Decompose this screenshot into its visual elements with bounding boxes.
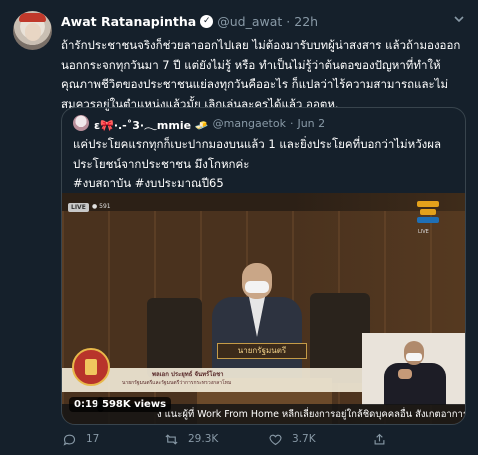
reply-icon xyxy=(63,434,76,446)
video-viewer-count-value: 591 xyxy=(99,203,111,210)
more-options-chevron-icon[interactable] xyxy=(453,13,465,28)
video-lower-third-title: นายกรัฐมนตรีและรัฐมนตรีว่าการกระทรวงกลาโ… xyxy=(122,380,232,386)
retweet-count: 29.3K xyxy=(188,433,219,445)
tweet-text-line: นอกกระจกทุกวันมา 7 ปี แต่ยังไม่รู้ หรือ … xyxy=(61,57,441,72)
quoted-tweet-header: ε🎀·.-˚3·𓂃mmie 🧈 @mangaetok · Jun 2 xyxy=(73,114,325,133)
video-news-ticker-text: ง แนะผู้ที่ Work From Home หลีกเลี่ยงการ… xyxy=(157,409,466,420)
share-icon xyxy=(374,433,385,444)
quoted-tweet-text: แค่ประโยคแรกทุกก็เบะปากมองบนแล้ว 1 และยิ… xyxy=(73,135,458,194)
video-live-badge: LIVE xyxy=(68,203,89,212)
quoted-text-line: ประโยชน์จากประชาชน มึงโกหกค่ะ xyxy=(73,156,250,171)
like-count: 3.7K xyxy=(292,433,316,445)
tweet-text-line: คุณภาพชีวิตของประชาชนแย่ลงทุกวันคืออะไร … xyxy=(61,77,449,91)
parliament-emblem-icon xyxy=(72,348,110,386)
video-player[interactable]: LIVE ● 591 LIVE นายกรัฐมนตรี พลเอก ประยุ… xyxy=(62,193,466,424)
tweet-time[interactable]: 22h xyxy=(294,14,318,29)
reply-count: 17 xyxy=(86,433,100,445)
like-button[interactable]: 3.7K xyxy=(268,430,316,448)
separator-dot: · xyxy=(289,116,294,130)
quoted-text-line[interactable]: #งบสถาบัน #งบประมาณปี65 xyxy=(73,174,458,194)
video-views: 598K views xyxy=(97,397,172,412)
author-avatar[interactable] xyxy=(13,11,52,50)
quoted-author-avatar[interactable] xyxy=(73,115,89,131)
tweet-header: Awat Ratanapintha ✓ @ud_awat · 22h xyxy=(61,12,318,30)
quoted-tweet-time[interactable]: Jun 2 xyxy=(297,117,325,130)
sign-language-interpreter xyxy=(384,341,446,405)
tweet-actions: 17 29.3K 3.7K xyxy=(61,428,466,450)
video-viewer-count: ● 591 xyxy=(92,203,111,210)
avatar-face xyxy=(25,23,41,41)
verified-icon: ✓ xyxy=(200,14,214,28)
heart-icon xyxy=(269,434,282,445)
separator-dot: · xyxy=(286,13,291,29)
tweet-text-line: ถ้ารักประชาชนจริงก็ช่วยลาออกไปเลย ไม่ต้อ… xyxy=(61,38,461,52)
author-handle[interactable]: @ud_awat xyxy=(217,14,282,29)
quoted-text-line: แค่ประโยคแรกทุกก็เบะปากมองบนแล้ว 1 และยิ… xyxy=(73,137,442,151)
quoted-tweet[interactable]: ε🎀·.-˚3·𓂃mmie 🧈 @mangaetok · Jun 2 แค่ปร… xyxy=(61,107,466,425)
retweet-button[interactable]: 29.3K xyxy=(164,430,218,448)
tweet[interactable]: Awat Ratanapintha ✓ @ud_awat · 22h ถ้ารั… xyxy=(0,0,478,455)
author-name[interactable]: Awat Ratanapintha xyxy=(61,14,196,29)
channel-logo-icon xyxy=(417,201,439,227)
tweet-text: ถ้ารักประชาชนจริงก็ช่วยลาออกไปเลย ไม่ต้อ… xyxy=(61,36,466,114)
quoted-author-name[interactable]: ε🎀·.-˚3·𓂃mmie 🧈 xyxy=(94,114,209,133)
video-speaker xyxy=(212,263,302,383)
reply-button[interactable]: 17 xyxy=(62,430,99,448)
video-nameplate: นายกรัฐมนตรี xyxy=(217,343,307,359)
quoted-author-handle[interactable]: @mangaetok xyxy=(213,117,286,130)
retweet-icon xyxy=(165,433,178,445)
channel-logo-text: LIVE xyxy=(418,229,429,235)
video-chair-left xyxy=(147,298,202,378)
video-lower-third-name: พลเอก ประยุทธ์ จันทร์โอชา xyxy=(152,371,224,378)
avatar-hat xyxy=(19,13,46,22)
share-button[interactable] xyxy=(372,430,396,448)
